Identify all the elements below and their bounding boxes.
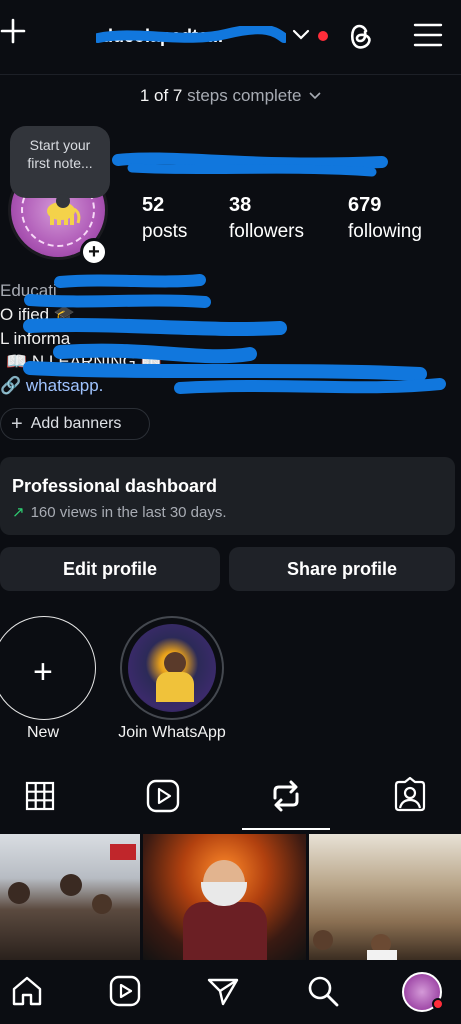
dashboard-title: Professional dashboard xyxy=(12,476,218,496)
edit-profile-button[interactable]: Edit profile xyxy=(0,547,220,591)
post-thumbnail[interactable] xyxy=(0,834,140,960)
stat-following[interactable]: 679 following xyxy=(348,192,422,246)
add-banners-button[interactable]: + Add banners xyxy=(0,408,150,440)
redaction-scribble xyxy=(23,274,446,394)
stat-posts[interactable]: 52 posts xyxy=(142,192,187,246)
trend-up-arrow-icon: ↗ xyxy=(12,504,25,521)
header-divider xyxy=(0,74,461,75)
redaction-scribble xyxy=(112,152,388,177)
professional-dashboard-card[interactable]: Professional dashboard ↗ 160 views in the… xyxy=(0,457,455,535)
highlight-label: Join WhatsApp xyxy=(118,724,226,741)
menu-icon[interactable] xyxy=(413,22,443,48)
highlight-label: New xyxy=(26,724,59,741)
send-icon[interactable] xyxy=(206,974,240,1008)
highlight-join-whatsapp[interactable] xyxy=(120,616,224,720)
stat-label: followers xyxy=(229,221,304,242)
new-highlight-button[interactable]: + xyxy=(0,616,96,720)
search-icon[interactable] xyxy=(306,974,340,1008)
steps-label: steps complete xyxy=(182,86,302,105)
post-thumbnail[interactable] xyxy=(309,834,461,960)
notification-dot xyxy=(318,31,328,41)
add-banners-label: Add banners xyxy=(30,415,122,432)
note-bubble[interactable]: Start your first note... xyxy=(10,126,110,198)
create-plus-icon[interactable] xyxy=(0,18,26,44)
dashboard-subtitle: 160 views in the last 30 days. xyxy=(30,504,227,521)
stat-followers[interactable]: 38 followers xyxy=(229,192,304,246)
steps-count: 1 of 7 xyxy=(139,86,183,105)
home-icon[interactable] xyxy=(10,974,44,1008)
stat-value: 38 xyxy=(229,194,252,216)
grid-icon[interactable] xyxy=(20,776,60,816)
redaction-scribble xyxy=(96,26,286,43)
notification-dot xyxy=(432,998,444,1010)
note-bubble-tail xyxy=(56,194,70,208)
chevron-down-icon xyxy=(309,92,321,100)
chevron-down-icon[interactable] xyxy=(292,28,310,42)
share-profile-button[interactable]: Share profile xyxy=(229,547,455,591)
reels-icon[interactable] xyxy=(108,974,142,1008)
reposts-icon[interactable] xyxy=(266,776,306,816)
note-text: Start your first note... xyxy=(27,137,93,171)
post-thumbnail[interactable] xyxy=(143,834,306,960)
tagged-icon[interactable] xyxy=(390,776,430,816)
plus-icon: + xyxy=(33,653,53,691)
threads-icon[interactable] xyxy=(345,20,375,52)
active-tab-indicator xyxy=(242,828,330,830)
reels-icon[interactable] xyxy=(143,776,183,816)
stat-label: following xyxy=(348,221,422,242)
add-story-plus-icon[interactable]: + xyxy=(80,238,108,266)
stat-value: 679 xyxy=(348,194,382,216)
steps-progress[interactable]: 1 of 7 steps complete xyxy=(0,86,461,106)
highlight-cover-image xyxy=(128,624,216,712)
plus-icon: + xyxy=(11,412,23,435)
stat-label: posts xyxy=(142,221,188,242)
stat-value: 52 xyxy=(142,194,165,216)
